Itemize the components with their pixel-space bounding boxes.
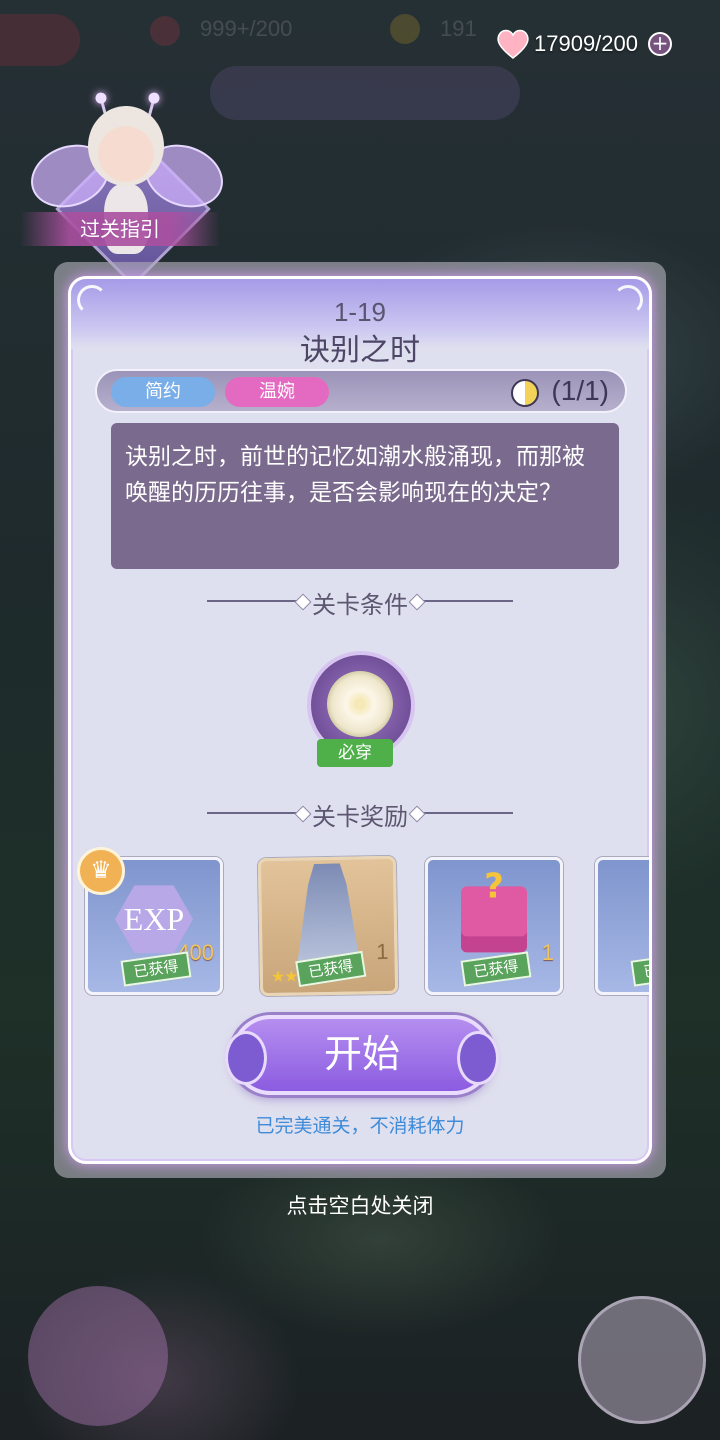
gardenia-flower-icon [327, 671, 393, 737]
required-badge: 必穿 [317, 739, 393, 767]
tag-gentle: 温婉 [225, 377, 329, 407]
reward-quantity: 1 [375, 938, 389, 965]
crown-icon: ♛ [77, 847, 125, 895]
conditions-title: 关卡条件 [312, 591, 408, 619]
conditions-heading: 关卡条件 [71, 585, 649, 620]
level-number: 1-19 [333, 297, 387, 327]
perfect-clear-note: 已完美通关，不消耗体力 [255, 1115, 465, 1137]
moon-icon [511, 379, 539, 407]
plus-icon[interactable]: + [648, 32, 672, 56]
close-hint: 点击空白处关闭 [286, 1194, 434, 1218]
guide-label: 过关指引 [20, 212, 220, 246]
stamina-display: 17909/200 + [496, 28, 672, 60]
giftbox-icon: ? [461, 866, 527, 953]
start-button[interactable]: 开始 [225, 1015, 499, 1095]
stamina-value: 17909/200 [534, 31, 638, 56]
obtained-badge: 已获得 [630, 951, 649, 987]
reward-quantity: 1 [541, 940, 554, 965]
obtained-badge: 已获得 [120, 951, 192, 987]
level-description: 诀别之时，前世的记忆如潮水般涌现，而那被唤醒的历历往事，是否会影响现在的决定？ [111, 423, 619, 569]
background-book-button [28, 1286, 168, 1426]
obtained-badge: 已获得 [460, 951, 532, 987]
rewards-row: EXP 400 已获得 1 ★★★★★ 已获得 ? 1 已获得 [71, 851, 649, 1011]
tag-simple: 简约 [111, 377, 215, 407]
divider-line [207, 812, 301, 814]
question-mark-icon: ? [484, 866, 504, 907]
level-title: 诀别之时 [300, 333, 420, 368]
level-dialog-panel: 1-19 诀别之时 简约 温婉 (1/1) 诀别之时，前世的记忆如潮水般涌现，而… [68, 276, 652, 1164]
divider-line [419, 600, 513, 602]
reward-coin[interactable]: 已获得 [595, 857, 649, 995]
fairy-avatar [88, 106, 164, 186]
condition-item[interactable]: 必穿 [301, 651, 419, 779]
reward-gift[interactable]: ? 1 已获得 [425, 857, 563, 995]
reward-robe[interactable]: 1 ★★★★★ 已获得 [257, 855, 399, 997]
level-progress: (1/1) [551, 375, 609, 406]
level-guide-button[interactable]: 过关指引 [18, 84, 232, 287]
style-tags-bar: 简约 温婉 (1/1) [95, 369, 627, 413]
divider-line [207, 600, 301, 602]
rewards-heading: 关卡奖励 [71, 797, 649, 832]
divider-line [419, 812, 513, 814]
exp-label: EXP [123, 901, 185, 938]
background-character-avatar [578, 1296, 706, 1424]
rewards-title: 关卡奖励 [312, 803, 408, 831]
heart-icon [497, 29, 529, 59]
level-dialog: 1-19 诀别之时 简约 温婉 (1/1) 诀别之时，前世的记忆如潮水般涌现，而… [54, 262, 666, 1178]
